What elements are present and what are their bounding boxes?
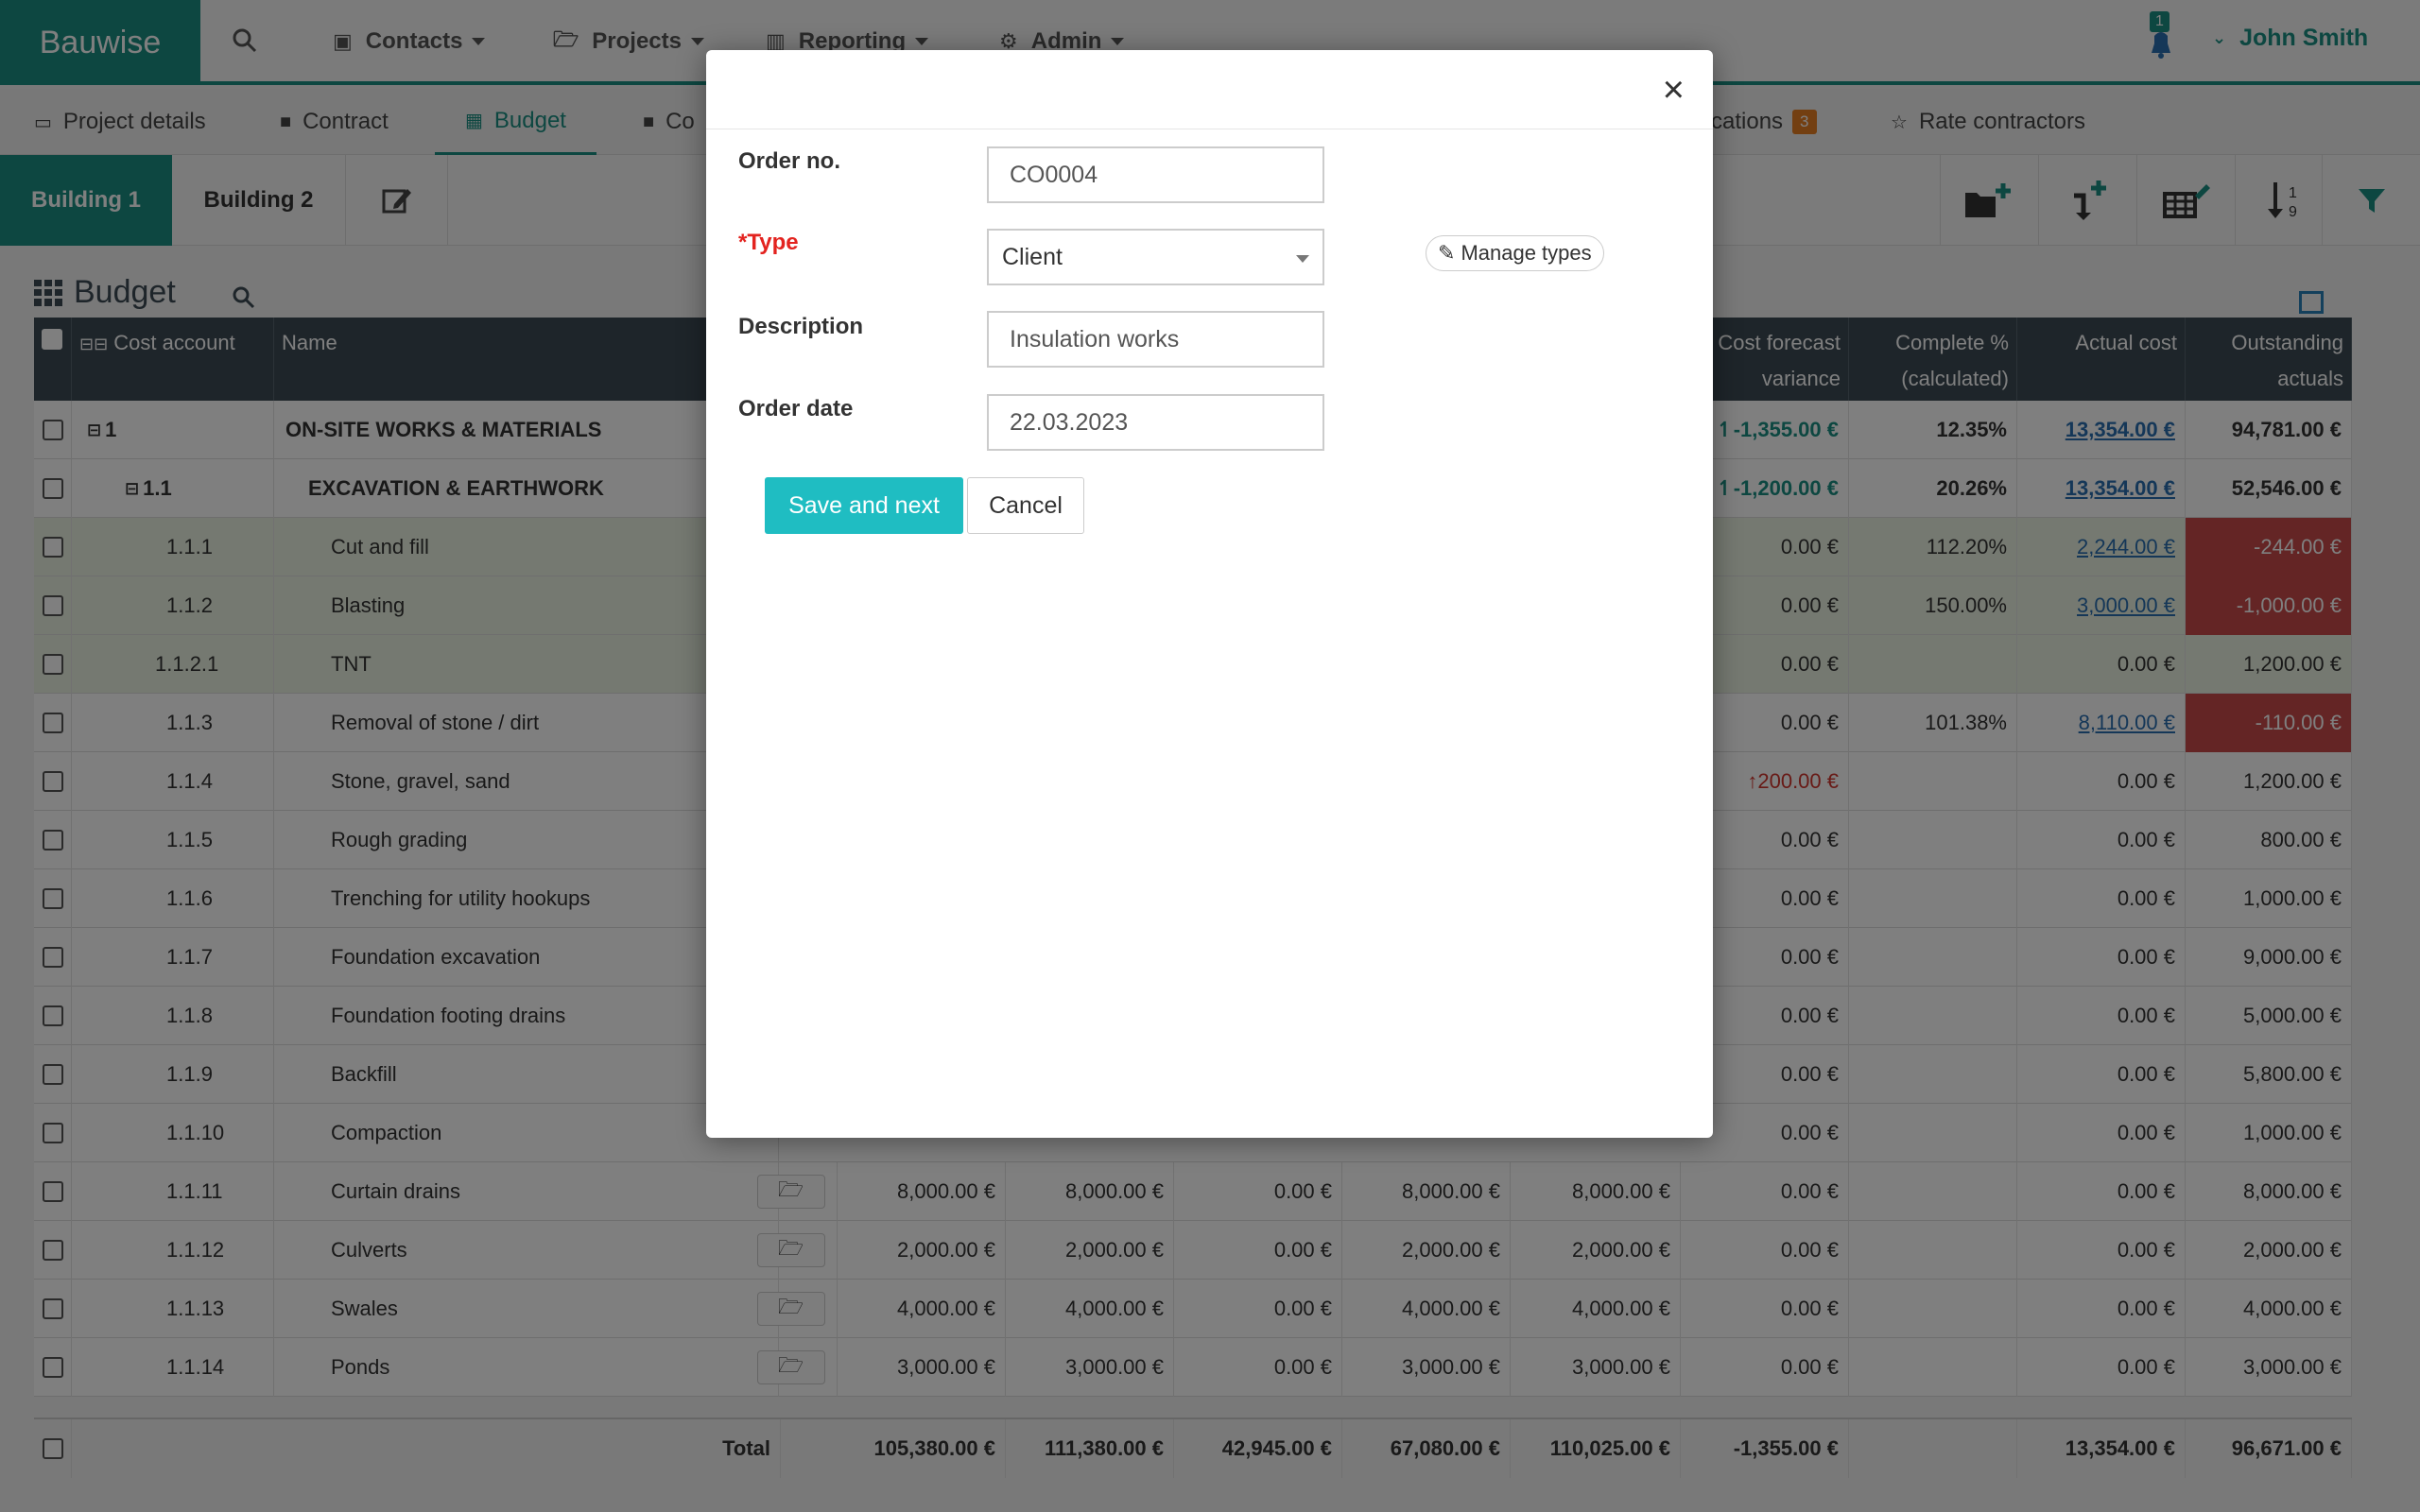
select-caret-icon xyxy=(1296,255,1309,263)
order-date-label: Order date xyxy=(738,396,854,421)
type-select[interactable]: Client xyxy=(987,229,1324,285)
type-label: *Type xyxy=(738,230,799,255)
pencil-icon: ✎ xyxy=(1438,241,1456,265)
save-and-next-button[interactable]: Save and next xyxy=(765,477,963,534)
manage-types-label: Manage types xyxy=(1461,241,1592,265)
description-field[interactable]: Insulation works xyxy=(987,311,1324,368)
order-no-field[interactable]: CO0004 xyxy=(987,146,1324,203)
close-icon[interactable]: × xyxy=(1663,71,1685,109)
change-order-dialog: × Order no. CO0004 *Type Client ✎ Manage … xyxy=(706,50,1713,1138)
description-label: Description xyxy=(738,314,864,339)
dialog-header: × xyxy=(706,50,1713,129)
manage-types-button[interactable]: ✎ Manage types xyxy=(1426,235,1604,271)
cancel-button[interactable]: Cancel xyxy=(967,477,1084,534)
type-select-value: Client xyxy=(1002,243,1063,270)
order-date-field[interactable]: 22.03.2023 xyxy=(987,394,1324,451)
order-no-label: Order no. xyxy=(738,148,841,174)
